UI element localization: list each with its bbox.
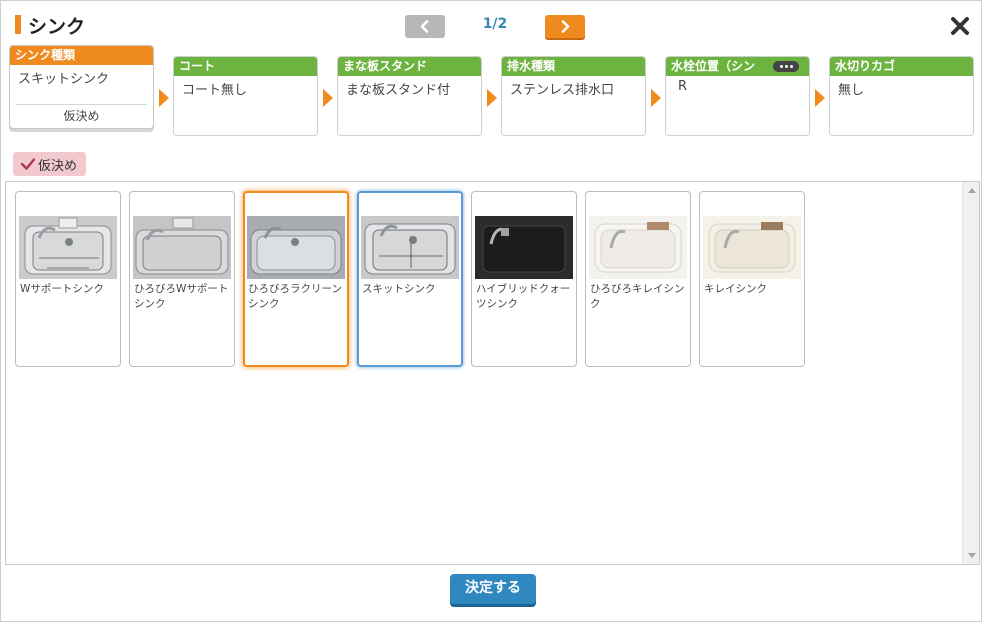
- step-label: シンク種類: [10, 46, 153, 65]
- sink-option-label: ハイブリッドクォーツシンク: [476, 283, 571, 310]
- scroll-down-icon[interactable]: [968, 553, 976, 558]
- step-label: まな板スタンド: [338, 57, 481, 76]
- white-sink-image: [589, 216, 687, 279]
- page-indicator: 1/2: [482, 16, 508, 32]
- sink-option-card[interactable]: スキットシンク: [357, 191, 463, 367]
- scroll-up-icon[interactable]: [968, 188, 976, 193]
- chevron-left-icon: [420, 20, 429, 33]
- step-arrow-icon: [815, 89, 825, 107]
- step-arrow-icon: [651, 89, 661, 107]
- step-cutting-board-stand[interactable]: まな板スタンド まな板スタンド付: [337, 56, 482, 136]
- sink-option-card[interactable]: ひろびろキレイシンク: [585, 191, 691, 367]
- sink-option-label: ひろびろWサポートシンク: [134, 283, 229, 310]
- step-drainer-basket[interactable]: 水切りカゴ 無し: [829, 56, 974, 136]
- step-value: スキットシンク: [18, 72, 110, 87]
- stainless-sink-image: [133, 216, 231, 279]
- sink-options-panel: Wサポートシンク ひろびろWサポートシンク ひろびろラクリーンシンク スキットシ…: [5, 181, 980, 565]
- stainless-sink-image: [247, 216, 345, 279]
- sink-option-card[interactable]: ハイブリッドクォーツシンク: [471, 191, 577, 367]
- step-value: 無し: [838, 83, 865, 98]
- step-value: コート無し: [182, 83, 248, 98]
- close-button[interactable]: [949, 15, 971, 37]
- sink-dialog: シンク 1/2 シンク種類 スキットシンク 仮決め コート コート無し まな板ス…: [0, 0, 982, 622]
- tentative-toggle[interactable]: 仮決め: [13, 152, 86, 176]
- black-sink-image: [475, 216, 573, 279]
- stainless-sink-image: [361, 216, 459, 279]
- sink-option-label: キレイシンク: [704, 283, 767, 295]
- step-arrow-icon: [487, 89, 497, 107]
- step-arrow-icon: [323, 89, 333, 107]
- sink-option-card[interactable]: Wサポートシンク: [15, 191, 121, 367]
- title-accent-bar: [15, 15, 21, 34]
- sink-option-label: スキットシンク: [362, 283, 436, 295]
- step-tentative-label: 仮決め: [16, 104, 147, 124]
- step-value: ステンレス排水口: [510, 83, 615, 98]
- step-drain-type[interactable]: 排水種類 ステンレス排水口: [501, 56, 646, 136]
- sink-option-card[interactable]: キレイシンク: [699, 191, 805, 367]
- tentative-toggle-label: 仮決め: [38, 159, 78, 174]
- stainless-sink-image: [19, 216, 117, 279]
- sink-option-label: ひろびろラクリーンシンク: [248, 283, 342, 310]
- more-icon[interactable]: [773, 61, 799, 72]
- decide-button[interactable]: 決定する: [450, 574, 536, 604]
- sink-option-label: ひろびろキレイシンク: [590, 283, 685, 310]
- checkmark-icon: [20, 158, 36, 170]
- prev-page-button[interactable]: [405, 15, 445, 38]
- scrollbar[interactable]: [962, 182, 979, 564]
- step-label: 排水種類: [502, 57, 645, 76]
- sink-option-label: Wサポートシンク: [20, 283, 104, 295]
- chevron-right-icon: [561, 20, 570, 33]
- step-label: コート: [174, 57, 317, 76]
- step-faucet-position[interactable]: 水栓位置（シン R: [665, 56, 810, 136]
- step-coat[interactable]: コート コート無し: [173, 56, 318, 136]
- page-title: シンク: [28, 16, 86, 38]
- step-arrow-icon: [159, 89, 169, 107]
- step-value: まな板スタンド付: [346, 83, 451, 98]
- next-page-button[interactable]: [545, 15, 585, 38]
- sink-option-card[interactable]: ひろびろラクリーンシンク: [243, 191, 349, 367]
- close-icon: [951, 17, 969, 35]
- step-value: R: [678, 79, 688, 94]
- sink-option-card[interactable]: ひろびろWサポートシンク: [129, 191, 235, 367]
- step-label: 水切りカゴ: [830, 57, 973, 76]
- white-sink-image: [703, 216, 801, 279]
- step-sink-type[interactable]: シンク種類 スキットシンク 仮決め: [9, 45, 154, 129]
